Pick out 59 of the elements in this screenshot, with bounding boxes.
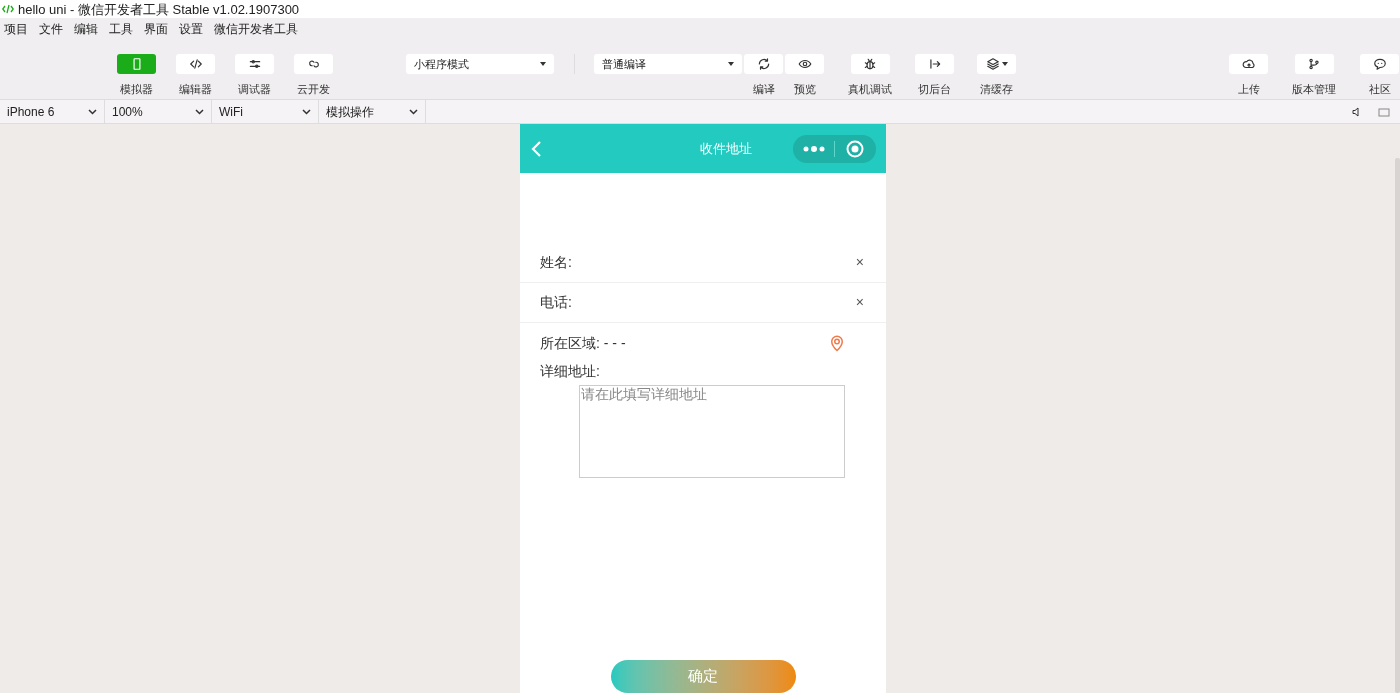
nav-title: 收件地址	[700, 139, 752, 158]
region-picker[interactable]: 所在区域: - - -	[540, 332, 626, 354]
more-dots-icon[interactable]	[803, 145, 825, 152]
menu-item[interactable]: 文件	[39, 20, 63, 38]
menu-item[interactable]: 工具	[109, 20, 133, 38]
mode-dropdown[interactable]: 小程序模式	[406, 54, 554, 74]
menu-item[interactable]: 微信开发者工具	[214, 20, 298, 38]
layers-icon	[977, 54, 1016, 74]
chevron-down-icon	[302, 108, 311, 115]
cloud-link-icon	[294, 54, 333, 74]
address-textarea[interactable]: 请在此填写详细地址	[579, 385, 845, 478]
toolbar-button[interactable]: 调试器	[235, 54, 274, 95]
compile-dropdown[interactable]: 普通编译	[594, 54, 742, 74]
chat-bubble-icon	[1360, 54, 1399, 74]
toolbar-button[interactable]: 清缓存	[977, 54, 1016, 95]
close-circle-icon[interactable]	[846, 139, 864, 158]
menu-item[interactable]: 项目	[4, 20, 28, 38]
toolbar-button[interactable]: 编译	[744, 54, 783, 95]
chevron-down-icon	[409, 108, 418, 115]
menu-item[interactable]: 界面	[144, 20, 168, 38]
field-label: 详细地址:	[540, 362, 601, 381]
toolbar-button[interactable]: 上传	[1229, 54, 1268, 95]
eye-icon	[785, 54, 824, 74]
code-icon	[176, 54, 215, 74]
caret-icon	[728, 62, 734, 66]
menu-item[interactable]: 设置	[179, 20, 203, 38]
device-dropdown[interactable]: iPhone 6	[0, 100, 105, 123]
speaker-icon[interactable]	[1352, 106, 1362, 117]
branch-icon	[1294, 54, 1334, 74]
refresh-icon	[744, 54, 783, 74]
device-dropdown[interactable]: 100%	[105, 100, 212, 123]
device-dropdown[interactable]: 模拟操作	[319, 100, 426, 123]
caret-icon	[540, 62, 546, 66]
toolbar-button[interactable]: 编辑器	[176, 54, 215, 95]
window-title: hello uni - 微信开发者工具 Stable v1.02.1907300	[18, 2, 300, 16]
toolbar-button[interactable]: 切后台	[915, 54, 954, 95]
phone-icon	[117, 54, 156, 74]
capsule-menu[interactable]	[793, 134, 876, 163]
toolbar-button[interactable]: 云开发	[294, 54, 333, 95]
window-icon[interactable]	[1378, 106, 1390, 117]
device-dropdown[interactable]: WiFi	[212, 100, 319, 123]
toolbar-button[interactable]: 社区	[1360, 54, 1399, 95]
toolbar-button[interactable]: 预览	[785, 54, 824, 95]
code-logo-icon	[2, 4, 14, 14]
sliders-icon	[235, 54, 274, 74]
toolbar-button[interactable]: 版本管理	[1292, 54, 1336, 95]
toolbar-button[interactable]: 真机调试	[848, 54, 892, 95]
menu-item[interactable]: 编辑	[74, 20, 98, 38]
location-pin-icon[interactable]	[828, 334, 846, 352]
field-label: 电话:	[540, 293, 572, 312]
clear-button[interactable]: ×	[853, 292, 866, 313]
clear-button[interactable]: ×	[853, 252, 866, 273]
bug-icon	[850, 54, 890, 74]
chevron-down-icon	[88, 108, 97, 115]
chevron-down-icon	[195, 108, 204, 115]
toolbar-button[interactable]: 模拟器	[117, 54, 156, 95]
arrow-right-icon	[915, 54, 954, 74]
field-label: 姓名:	[540, 253, 572, 272]
cloud-upload-icon	[1229, 54, 1268, 74]
